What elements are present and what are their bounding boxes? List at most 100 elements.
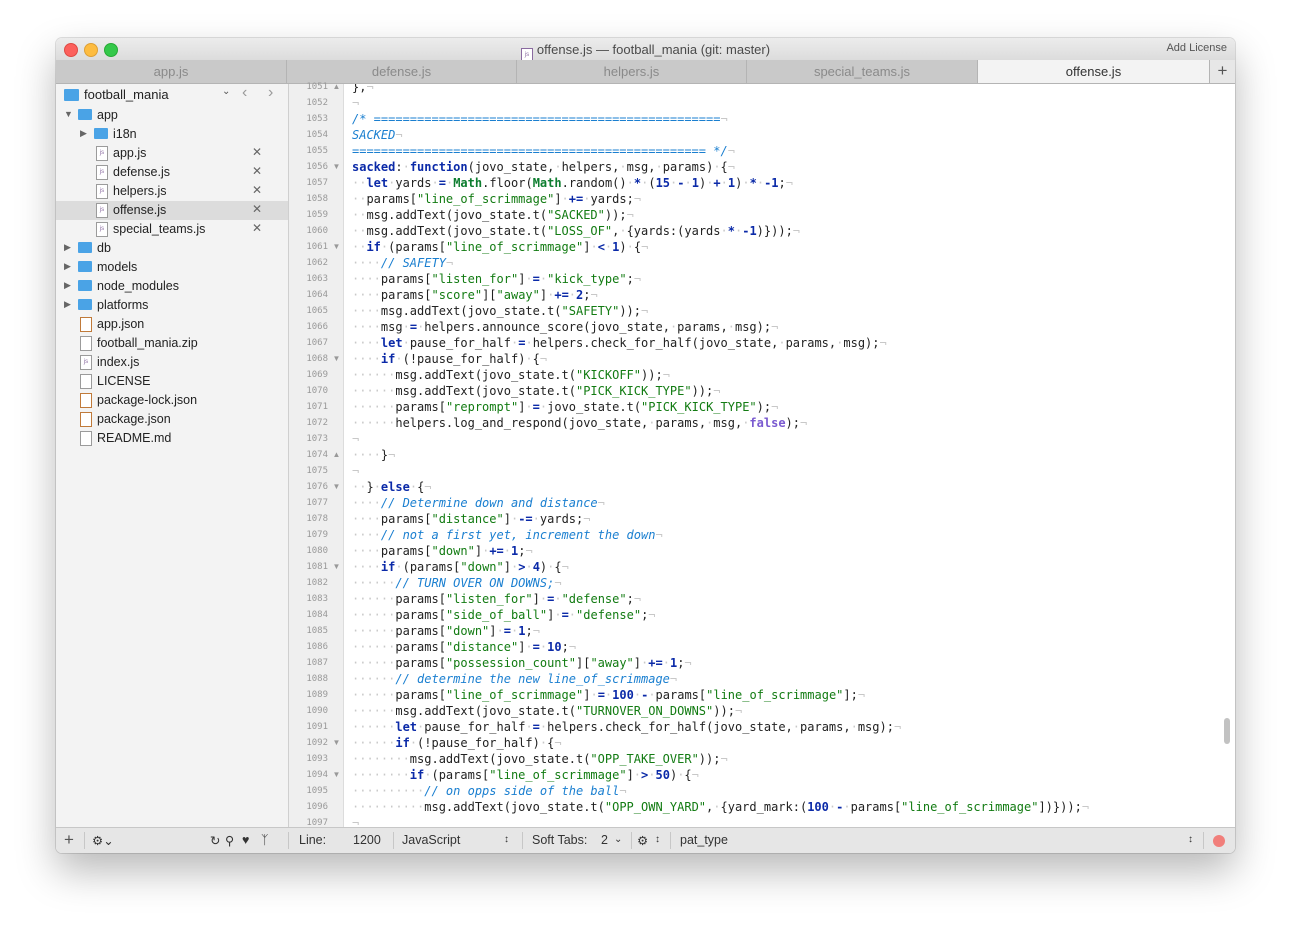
tab-app-js[interactable]: app.js xyxy=(56,60,287,83)
tree-item-readme-md[interactable]: README.md xyxy=(56,429,288,448)
code-editor[interactable]: },¬ ¬/* =================================… xyxy=(344,84,1235,827)
tab-offense-js[interactable]: offense.js xyxy=(978,60,1209,83)
code-line[interactable]: ··········msg.addText(jovo_state.t("OPP_… xyxy=(352,799,1089,815)
code-line[interactable]: ····if·(!pause_for_half)·{¬ xyxy=(352,351,547,367)
code-line[interactable]: ··let·yards·=·Math.floor(Math.random()·*… xyxy=(352,175,793,191)
code-line[interactable]: ¬ xyxy=(352,463,359,479)
code-line[interactable]: ······msg.addText(jovo_state.t("KICKOFF"… xyxy=(352,367,670,383)
chevron-down-icon[interactable]: ⌄ xyxy=(614,834,622,845)
close-icon[interactable]: ✕ xyxy=(252,183,262,197)
code-line[interactable]: ····msg·=·helpers.announce_score(jovo_st… xyxy=(352,319,778,335)
disclosure-closed-icon[interactable]: ▶ xyxy=(80,128,87,139)
code-line[interactable]: ······msg.addText(jovo_state.t("TURNOVER… xyxy=(352,703,742,719)
fold-collapse-icon[interactable]: ▼ xyxy=(332,559,341,575)
code-line[interactable]: ········if·(params["line_of_scrimmage"]·… xyxy=(352,767,699,783)
tree-item-db[interactable]: ▶ db xyxy=(56,239,288,258)
code-line[interactable]: SACKED¬ xyxy=(352,127,403,143)
symbol-selector[interactable]: pat_type xyxy=(680,833,728,847)
code-line[interactable]: /* =====================================… xyxy=(352,111,728,127)
code-line[interactable]: ····params["distance"]·-=·yards;¬ xyxy=(352,511,590,527)
refresh-icon[interactable]: ↻ xyxy=(210,833,220,848)
code-line[interactable]: ····if·(params["down"]·>·4)·{¬ xyxy=(352,559,569,575)
code-line[interactable]: ····// SAFETY¬ xyxy=(352,255,453,271)
disclosure-closed-icon[interactable]: ▶ xyxy=(64,242,71,253)
tab-size-selector[interactable]: 2 xyxy=(601,833,608,847)
code-line[interactable]: ··········// on opps side of the ball¬ xyxy=(352,783,627,799)
code-line[interactable]: ¬ xyxy=(352,431,359,447)
code-line[interactable]: ··msg.addText(jovo_state.t("LOSS_OF",·{y… xyxy=(352,223,800,239)
code-line[interactable]: ¬ xyxy=(352,815,359,827)
tree-item-models[interactable]: ▶ models xyxy=(56,258,288,277)
code-line[interactable]: ······params["distance"]·=·10;¬ xyxy=(352,639,576,655)
fold-collapse-icon[interactable]: ▼ xyxy=(332,735,341,751)
code-line[interactable]: ··params["line_of_scrimmage"]·+=·yards;¬ xyxy=(352,191,641,207)
vertical-scrollbar[interactable] xyxy=(1224,718,1230,744)
language-selector[interactable]: JavaScript xyxy=(402,833,460,847)
code-line[interactable]: ······let·pause_for_half·=·helpers.check… xyxy=(352,719,901,735)
tab-special-teams-js[interactable]: special_teams.js xyxy=(747,60,978,83)
code-line[interactable]: ··}·else·{¬ xyxy=(352,479,432,495)
code-line[interactable]: ······params["down"]·=·1;¬ xyxy=(352,623,540,639)
tree-item-package-json[interactable]: package.json xyxy=(56,410,288,429)
code-line[interactable]: ··if·(params["line_of_scrimmage"]·<·1)·{… xyxy=(352,239,648,255)
fold-collapse-icon[interactable]: ▼ xyxy=(332,351,341,367)
tree-item-node-modules[interactable]: ▶ node_modules xyxy=(56,277,288,296)
close-icon[interactable]: ✕ xyxy=(252,164,262,178)
tree-item-app-json[interactable]: app.json xyxy=(56,315,288,334)
tree-item-index-js[interactable]: js index.js xyxy=(56,353,288,372)
code-line[interactable]: ····msg.addText(jovo_state.t("SAFETY"));… xyxy=(352,303,648,319)
code-line[interactable]: },¬ xyxy=(352,84,374,95)
tree-item-defense-js[interactable]: js defense.js ✕ xyxy=(56,163,288,182)
code-line[interactable]: ······params["possession_count"]["away"]… xyxy=(352,655,692,671)
code-line[interactable]: sacked:·function(jovo_state,·helpers,·ms… xyxy=(352,159,735,175)
add-license-button[interactable]: Add License xyxy=(1166,42,1227,54)
code-line[interactable]: ······helpers.log_and_respond(jovo_state… xyxy=(352,415,807,431)
code-line[interactable]: ······params["side_of_ball"]·=·"defense"… xyxy=(352,607,656,623)
disclosure-closed-icon[interactable]: ▶ xyxy=(64,280,71,291)
fold-collapse-icon[interactable]: ▼ xyxy=(332,479,341,495)
add-button[interactable]: + xyxy=(64,830,74,850)
project-selector[interactable]: football_mania ⌄ ‹ › xyxy=(56,84,288,106)
tree-item-app-js[interactable]: js app.js ✕ xyxy=(56,144,288,163)
chevron-right-icon[interactable]: › xyxy=(268,84,273,102)
close-icon[interactable]: ✕ xyxy=(252,202,262,216)
code-line[interactable]: ····params["score"]["away"]·+=·2;¬ xyxy=(352,287,598,303)
branch-icon[interactable]: ᛉ xyxy=(261,833,269,847)
gear-icon[interactable]: ⚙⌄ xyxy=(92,833,114,848)
tree-item-platforms[interactable]: ▶ platforms xyxy=(56,296,288,315)
chevron-updown-icon[interactable]: ↕ xyxy=(655,834,660,845)
tree-item-package-lock-json[interactable]: package-lock.json xyxy=(56,391,288,410)
fold-collapse-icon[interactable]: ▼ xyxy=(332,767,341,783)
tree-item-special-teams-js[interactable]: js special_teams.js ✕ xyxy=(56,220,288,239)
disclosure-closed-icon[interactable]: ▶ xyxy=(64,261,71,272)
fold-collapse-icon[interactable]: ▼ xyxy=(332,159,341,175)
code-line[interactable]: ······params["line_of_scrimmage"]·=·100·… xyxy=(352,687,865,703)
code-line[interactable]: ······// TURN OVER ON DOWNS;¬ xyxy=(352,575,562,591)
code-line[interactable]: ······params["reprompt"]·=·jovo_state.t(… xyxy=(352,399,778,415)
disclosure-closed-icon[interactable]: ▶ xyxy=(64,299,71,310)
fold-collapse-icon[interactable]: ▼ xyxy=(332,239,341,255)
fold-end-icon[interactable]: ▲ xyxy=(332,447,341,463)
tab-helpers-js[interactable]: helpers.js xyxy=(517,60,747,83)
tree-item-helpers-js[interactable]: js helpers.js ✕ xyxy=(56,182,288,201)
code-line[interactable]: ······if·(!pause_for_half)·{¬ xyxy=(352,735,562,751)
tree-item-football-mania-zip[interactable]: football_mania.zip xyxy=(56,334,288,353)
fold-end-icon[interactable]: ▲ xyxy=(332,79,341,95)
new-tab-button[interactable]: + xyxy=(1209,60,1235,83)
disclosure-open-icon[interactable]: ▼ xyxy=(64,109,73,119)
chevron-updown-icon[interactable]: ↕ xyxy=(1188,834,1193,845)
chevron-left-icon[interactable]: ‹ xyxy=(242,84,247,102)
code-line[interactable]: ······// determine the new line_of_scrim… xyxy=(352,671,677,687)
code-line[interactable]: ······msg.addText(jovo_state.t("PICK_KIC… xyxy=(352,383,721,399)
chevron-updown-icon[interactable]: ↕ xyxy=(504,834,509,845)
tree-item-i18n[interactable]: ▶ i18n xyxy=(56,125,288,144)
code-line[interactable]: ========================================… xyxy=(352,143,735,159)
code-line[interactable]: ¬ xyxy=(352,95,359,111)
tree-item-license[interactable]: LICENSE xyxy=(56,372,288,391)
code-line[interactable]: ····// not a first yet, increment the do… xyxy=(352,527,663,543)
tree-item-app[interactable]: ▼ app xyxy=(56,106,288,125)
close-icon[interactable]: ✕ xyxy=(252,145,262,159)
search-icon[interactable]: ⚲ xyxy=(225,833,234,848)
code-line[interactable]: ········msg.addText(jovo_state.t("OPP_TA… xyxy=(352,751,728,767)
stop-icon[interactable] xyxy=(1213,835,1225,847)
